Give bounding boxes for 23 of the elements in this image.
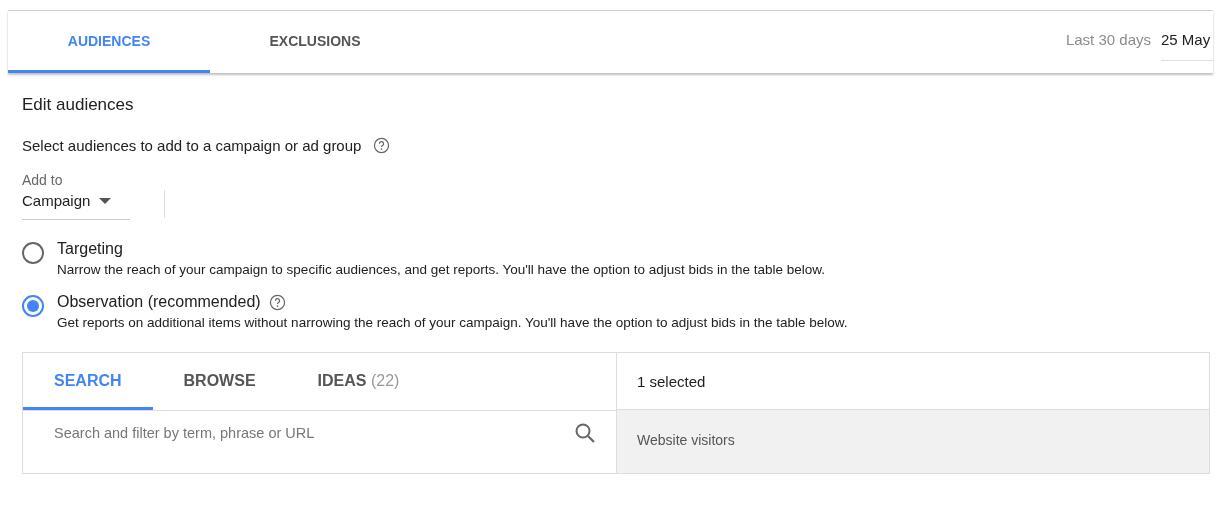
add-to-label: Add to [22, 172, 64, 188]
section-heading: Edit audiences [22, 95, 135, 115]
tab[interactable]: AUDIENCES [8, 11, 210, 73]
tab[interactable]: EXCLUSIONS [210, 11, 420, 73]
tab[interactable]: SEARCH [23, 353, 153, 410]
help-icon[interactable] [268, 293, 286, 311]
search-field[interactable]: Search and filter by term, phrase or URL [54, 419, 574, 447]
instruction-text: Select audiences to add to a campaign or ad group [22, 137, 362, 154]
selected-item: Website visitors [636, 431, 736, 448]
radio-button[interactable] [22, 295, 44, 317]
date-range-label: Last 30 days [1065, 31, 1151, 48]
help-icon[interactable] [373, 137, 391, 154]
search-icon[interactable] [574, 422, 596, 444]
tab[interactable]: IDEAS (22) [286, 353, 431, 410]
radio-button[interactable] [22, 242, 44, 264]
option-description: Narrow the reach of your campaign to specific audiences, and get reports. You'll have the option to adjust bids in the table below. [57, 262, 826, 277]
tab[interactable]: BROWSE [152, 353, 287, 410]
option-description: Get reports on additional items without narrowing the reach of your campaign. You'll have the option to adjust bids in the table below. [57, 315, 848, 330]
caret-icon [99, 197, 112, 204]
option-title: Observation (recommended) [57, 293, 261, 311]
add-to-dropdown[interactable]: Campaign [22, 188, 130, 220]
option-title: Targeting [57, 240, 123, 258]
date-range-field[interactable]: 25 May [1161, 31, 1213, 61]
